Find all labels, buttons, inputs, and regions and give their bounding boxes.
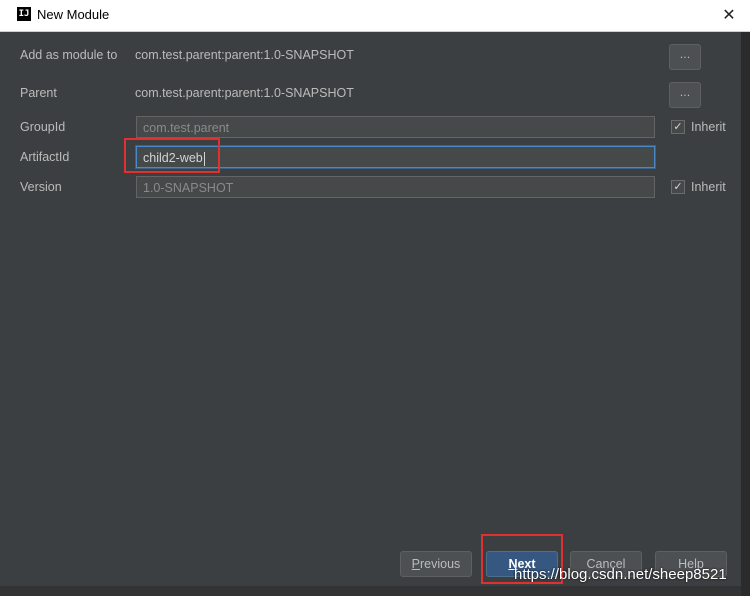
add-as-module-browse-button[interactable]: ... (669, 44, 701, 70)
group-id-field[interactable]: com.test.parent (136, 116, 655, 138)
help-button[interactable]: Help (655, 551, 727, 577)
artifact-id-value: child2-web (143, 151, 203, 165)
artifact-id-field[interactable]: child2-web (136, 146, 655, 168)
cancel-button[interactable]: Cancel (570, 551, 642, 577)
version-field[interactable]: 1.0-SNAPSHOT (136, 176, 655, 198)
parent-label: Parent (20, 86, 57, 100)
next-label-rest: ext (517, 557, 536, 571)
parent-value: com.test.parent:parent:1.0-SNAPSHOT (135, 86, 354, 100)
version-inherit-checkbox[interactable]: ✓ (671, 180, 685, 194)
dialog-bottom-edge (0, 586, 741, 596)
previous-button[interactable]: Previous (400, 551, 472, 577)
previous-mnemonic: P (411, 557, 421, 571)
close-icon[interactable]: ✕ (718, 4, 740, 26)
window-title: New Module (37, 7, 110, 22)
add-as-module-value: com.test.parent:parent:1.0-SNAPSHOT (135, 48, 354, 62)
next-button[interactable]: Next (486, 551, 558, 577)
group-id-label: GroupId (20, 120, 66, 134)
intellij-icon: IJ (17, 7, 31, 21)
editor-background-strip (741, 32, 750, 596)
version-label: Version (20, 180, 62, 194)
title-bar: IJ New Module ✕ (0, 0, 750, 32)
version-inherit-label: Inherit (691, 180, 726, 194)
new-module-dialog: IJ New Module ✕ Add as module to com.tes… (0, 0, 750, 596)
text-cursor (203, 151, 205, 166)
add-as-module-label: Add as module to (20, 48, 118, 62)
artifact-id-label: ArtifactId (20, 150, 70, 164)
previous-label-rest: revious (420, 557, 461, 571)
parent-browse-button[interactable]: ... (669, 82, 701, 108)
group-id-inherit-checkbox[interactable]: ✓ (671, 120, 685, 134)
group-id-inherit-label: Inherit (691, 120, 726, 134)
